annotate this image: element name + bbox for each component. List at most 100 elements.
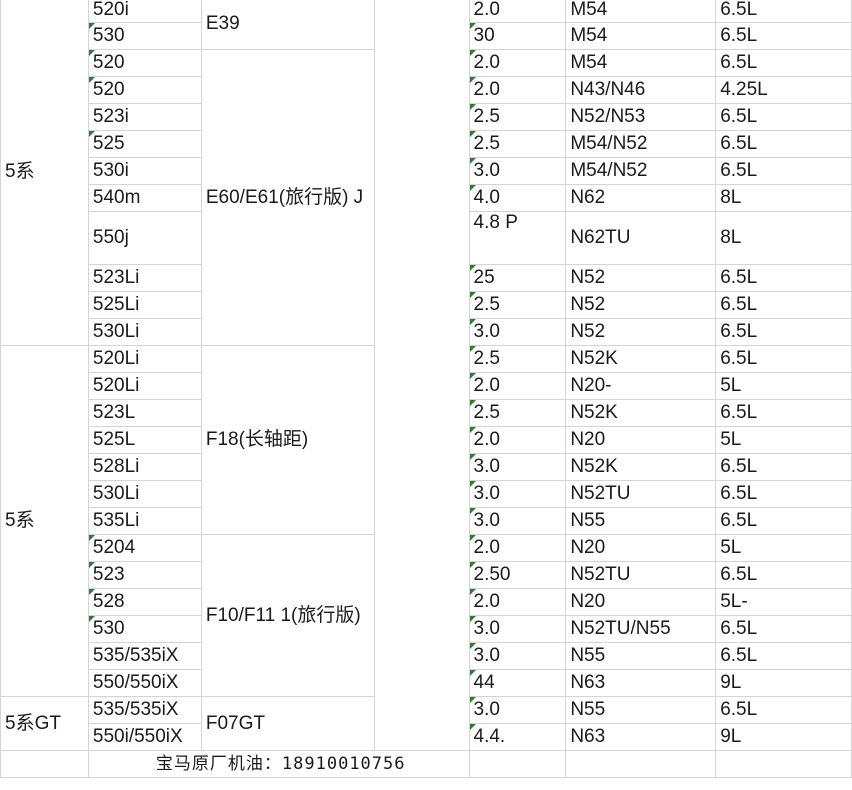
displacement-cell[interactable]: 2.0 <box>468 534 567 562</box>
displacement-cell[interactable]: 2.5 <box>468 103 567 131</box>
footer-empty-cell[interactable] <box>565 750 717 778</box>
oil-capacity-cell[interactable]: 4.25L <box>715 76 852 104</box>
oil-capacity-cell[interactable]: 6.5L <box>715 561 852 589</box>
engine-cell[interactable]: N55 <box>565 507 717 535</box>
oil-capacity-cell[interactable]: 6.5L <box>715 130 852 158</box>
engine-cell[interactable]: N62 <box>565 184 717 212</box>
chassis-cell[interactable]: F18(长轴距) <box>200 345 375 535</box>
displacement-cell[interactable]: 3.0 <box>468 157 567 185</box>
displacement-cell[interactable]: 4.8 P <box>468 211 567 265</box>
oil-capacity-cell[interactable]: 5L- <box>715 588 852 616</box>
engine-cell[interactable]: N52K <box>565 345 717 373</box>
model-cell[interactable]: 520Li <box>87 372 202 400</box>
engine-cell[interactable]: N52TU/N55 <box>565 615 717 643</box>
oil-capacity-cell[interactable]: 6.5L <box>715 345 852 373</box>
model-cell[interactable]: 523L <box>87 399 202 427</box>
model-cell[interactable]: 523i <box>87 103 202 131</box>
footer-contact[interactable]: 宝马原厂机油：18910010756 <box>87 750 470 778</box>
engine-cell[interactable]: N52/N53 <box>565 103 717 131</box>
engine-cell[interactable]: M54 <box>565 22 717 50</box>
model-cell[interactable]: 550j <box>87 211 202 265</box>
oil-capacity-cell[interactable]: 6.5L <box>715 103 852 131</box>
displacement-cell[interactable]: 44 <box>468 669 567 697</box>
displacement-cell[interactable]: 2.0 <box>468 76 567 104</box>
model-cell[interactable]: 520i <box>87 0 202 23</box>
engine-cell[interactable]: N62TU <box>565 211 717 265</box>
engine-cell[interactable]: M54 <box>565 0 717 23</box>
oil-capacity-cell[interactable]: 6.5L <box>715 453 852 481</box>
displacement-cell[interactable]: 2.0 <box>468 49 567 77</box>
displacement-cell[interactable]: 4.0 <box>468 184 567 212</box>
displacement-cell[interactable]: 3.0 <box>468 615 567 643</box>
model-cell[interactable]: 530Li <box>87 318 202 346</box>
displacement-cell[interactable]: 2.5 <box>468 345 567 373</box>
model-cell[interactable]: 5204 <box>87 534 202 562</box>
model-cell[interactable]: 525 <box>87 130 202 158</box>
model-cell[interactable]: 550i/550iX <box>87 723 202 751</box>
displacement-cell[interactable]: 2.0 <box>468 426 567 454</box>
displacement-cell[interactable]: 2.5 <box>468 291 567 319</box>
engine-cell[interactable]: N63 <box>565 669 717 697</box>
engine-cell[interactable]: N52 <box>565 318 717 346</box>
oil-capacity-cell[interactable]: 6.5L <box>715 22 852 50</box>
displacement-cell[interactable]: 3.0 <box>468 642 567 670</box>
chassis-cell[interactable]: E60/E61(旅行版) J <box>200 49 375 346</box>
oil-capacity-cell[interactable]: 6.5L <box>715 291 852 319</box>
model-cell[interactable]: 523 <box>87 561 202 589</box>
engine-cell[interactable]: M54/N52 <box>565 157 717 185</box>
model-cell[interactable]: 528Li <box>87 453 202 481</box>
chassis-cell[interactable]: F07GT <box>200 696 375 751</box>
engine-cell[interactable]: N20 <box>565 534 717 562</box>
engine-cell[interactable]: N55 <box>565 696 717 724</box>
oil-capacity-cell[interactable]: 6.5L <box>715 696 852 724</box>
model-cell[interactable]: 530Li <box>87 480 202 508</box>
model-cell[interactable]: 520 <box>87 76 202 104</box>
model-cell[interactable]: 535Li <box>87 507 202 535</box>
model-cell[interactable]: 528 <box>87 588 202 616</box>
engine-cell[interactable]: N20- <box>565 372 717 400</box>
empty-cell[interactable] <box>373 0 470 751</box>
engine-cell[interactable]: N52K <box>565 453 717 481</box>
engine-cell[interactable]: N55 <box>565 642 717 670</box>
engine-cell[interactable]: N52TU <box>565 561 717 589</box>
engine-cell[interactable]: N20 <box>565 588 717 616</box>
model-cell[interactable]: 523Li <box>87 264 202 292</box>
displacement-cell[interactable]: 2.50 <box>468 561 567 589</box>
displacement-cell[interactable]: 3.0 <box>468 453 567 481</box>
oil-capacity-cell[interactable]: 8L <box>715 184 852 212</box>
displacement-cell[interactable]: 25 <box>468 264 567 292</box>
oil-capacity-cell[interactable]: 6.5L <box>715 49 852 77</box>
series-cell[interactable]: 5系GT <box>0 696 89 751</box>
engine-cell[interactable]: N63 <box>565 723 717 751</box>
chassis-cell[interactable]: E39 <box>200 0 375 50</box>
model-cell[interactable]: 525L <box>87 426 202 454</box>
displacement-cell[interactable]: 3.0 <box>468 696 567 724</box>
displacement-cell[interactable]: 3.0 <box>468 507 567 535</box>
engine-cell[interactable]: N20 <box>565 426 717 454</box>
model-cell[interactable]: 525Li <box>87 291 202 319</box>
oil-capacity-cell[interactable]: 8L <box>715 211 852 265</box>
model-cell[interactable]: 530 <box>87 22 202 50</box>
oil-capacity-cell[interactable]: 6.5L <box>715 318 852 346</box>
model-cell[interactable]: 530 <box>87 615 202 643</box>
engine-cell[interactable]: N52TU <box>565 480 717 508</box>
oil-capacity-cell[interactable]: 5L <box>715 426 852 454</box>
chassis-cell[interactable]: F10/F11 1(旅行版) <box>200 534 375 697</box>
model-cell[interactable]: 550/550iX <box>87 669 202 697</box>
displacement-cell[interactable]: 2.0 <box>468 372 567 400</box>
engine-cell[interactable]: M54/N52 <box>565 130 717 158</box>
engine-cell[interactable]: N52 <box>565 264 717 292</box>
engine-cell[interactable]: N43/N46 <box>565 76 717 104</box>
oil-capacity-cell[interactable]: 6.5L <box>715 507 852 535</box>
engine-cell[interactable]: N52 <box>565 291 717 319</box>
series-cell[interactable]: 5系 <box>0 0 89 346</box>
oil-capacity-cell[interactable]: 6.5L <box>715 0 852 23</box>
oil-capacity-cell[interactable]: 6.5L <box>715 399 852 427</box>
displacement-cell[interactable]: 3.0 <box>468 318 567 346</box>
oil-capacity-cell[interactable]: 6.5L <box>715 480 852 508</box>
footer-empty-cell[interactable] <box>0 750 89 778</box>
displacement-cell[interactable]: 4.4. <box>468 723 567 751</box>
oil-capacity-cell[interactable]: 6.5L <box>715 157 852 185</box>
model-cell[interactable]: 540m <box>87 184 202 212</box>
model-cell[interactable]: 520Li <box>87 345 202 373</box>
